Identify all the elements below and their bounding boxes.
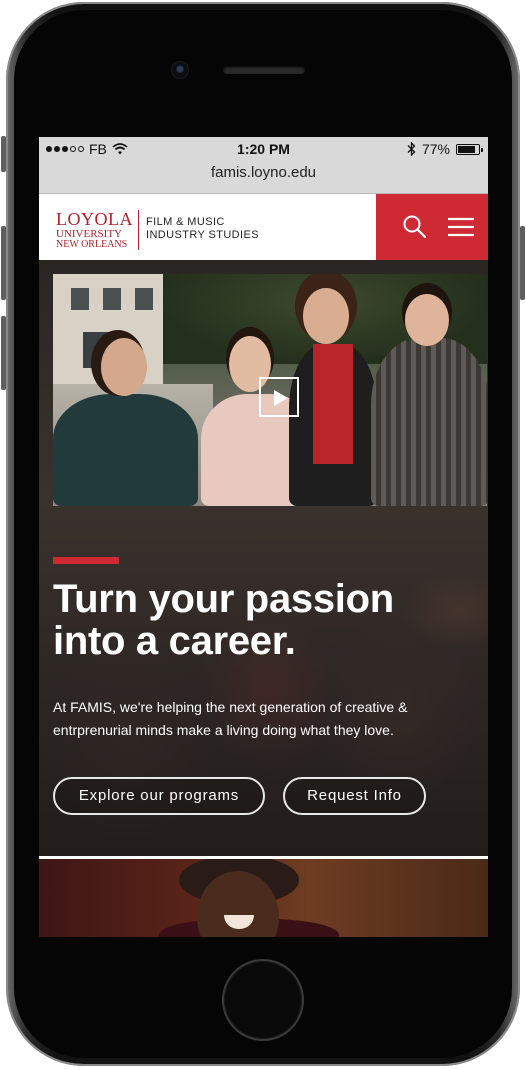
search-button[interactable]	[402, 214, 428, 240]
mute-switch	[1, 136, 6, 172]
hero-headline: Turn your passion into a career.	[53, 577, 394, 663]
play-icon	[274, 390, 288, 406]
request-info-button[interactable]: Request Info	[283, 777, 426, 815]
student-4	[371, 338, 487, 506]
student-1	[53, 394, 198, 506]
search-icon	[403, 215, 427, 239]
logo-divider	[138, 210, 139, 250]
site-logo[interactable]: LOYOLA UNIVERSITY NEW ORLEANS FILM & MUS…	[56, 210, 259, 250]
next-section-preview	[39, 859, 488, 937]
volume-up-button	[1, 226, 6, 300]
phone-screen: FB 1:20 PM 77% famis.loyno.edu LOYOLA UN…	[39, 137, 488, 937]
hero-section: Turn your passion into a career. At FAMI…	[39, 260, 488, 856]
browser-url-bar[interactable]: famis.loyno.edu	[39, 161, 488, 194]
power-button	[520, 226, 525, 300]
header-actions	[376, 194, 488, 260]
bluetooth-icon	[407, 142, 416, 156]
explore-programs-button[interactable]: Explore our programs	[53, 777, 265, 815]
battery-percent: 77%	[421, 141, 450, 157]
hamburger-menu-icon	[448, 217, 474, 237]
volume-down-button	[1, 316, 6, 390]
status-bar: FB 1:20 PM 77%	[39, 137, 488, 161]
title-accent-bar	[53, 557, 119, 564]
loyola-wordmark: LOYOLA UNIVERSITY NEW ORLEANS	[56, 209, 133, 250]
earpiece-speaker	[223, 66, 305, 74]
home-button[interactable]	[224, 961, 302, 1039]
play-video-button[interactable]	[259, 377, 299, 417]
battery-icon	[456, 143, 483, 155]
program-name: FILM & MUSIC INDUSTRY STUDIES	[146, 216, 259, 241]
menu-button[interactable]	[447, 216, 475, 238]
front-camera	[172, 62, 188, 78]
hero-video-thumbnail[interactable]	[53, 274, 487, 506]
site-header: LOYOLA UNIVERSITY NEW ORLEANS FILM & MUS…	[39, 194, 488, 260]
url-text: famis.loyno.edu	[210, 164, 317, 181]
hero-description: At FAMIS, we're helping the next generat…	[53, 699, 408, 738]
